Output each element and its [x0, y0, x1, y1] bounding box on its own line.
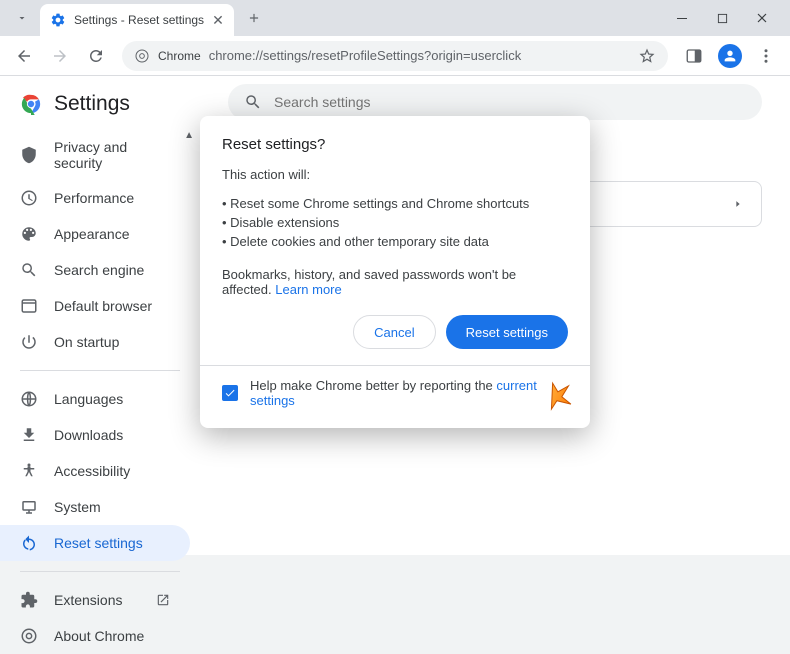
learn-more-link[interactable]: Learn more [275, 282, 341, 297]
close-window-button[interactable] [742, 6, 782, 30]
dialog-bullet: Disable extensions [222, 213, 568, 232]
dialog-note: Bookmarks, history, and saved passwords … [222, 267, 568, 297]
dialog-lead: This action will: [222, 167, 568, 182]
new-tab-button[interactable] [240, 4, 268, 32]
profile-button[interactable] [714, 40, 746, 72]
sidebar-item-extensions[interactable]: Extensions [0, 582, 190, 618]
tab-search-dropdown[interactable] [8, 4, 36, 32]
chevron-down-icon [16, 12, 28, 24]
kebab-menu-icon [757, 47, 775, 65]
minimize-button[interactable] [662, 6, 702, 30]
consent-text: Help make Chrome better by reporting the… [250, 378, 568, 408]
dialog-bullet-list: Reset some Chrome settings and Chrome sh… [222, 194, 568, 251]
dialog-bullet: Delete cookies and other temporary site … [222, 232, 568, 251]
chrome-outline-icon [20, 627, 38, 645]
external-link-icon [156, 593, 170, 607]
menu-button[interactable] [750, 40, 782, 72]
consent-row: Help make Chrome better by reporting the… [222, 378, 568, 408]
sidebar-item-label: Extensions [54, 592, 122, 608]
tab-title: Settings - Reset settings [74, 13, 204, 27]
dialog-title: Reset settings? [222, 136, 568, 153]
sidebar-separator [20, 571, 180, 572]
forward-button[interactable] [44, 40, 76, 72]
reset-settings-dialog: Reset settings? This action will: Reset … [200, 116, 590, 428]
dialog-buttons: Cancel Reset settings [222, 315, 568, 349]
url-text: chrome://settings/resetProfileSettings?o… [209, 48, 522, 63]
person-icon [722, 48, 738, 64]
gear-icon [50, 12, 66, 28]
reset-settings-button[interactable]: Reset settings [446, 315, 568, 349]
modal-overlay: Reset settings? This action will: Reset … [0, 76, 790, 555]
url-scheme-chip: Chrome [158, 49, 201, 63]
browser-tab[interactable]: Settings - Reset settings ✕ [40, 4, 234, 36]
bookmark-star-icon[interactable] [638, 47, 656, 65]
tab-close-button[interactable]: ✕ [212, 12, 224, 29]
sidebar-item-about-chrome[interactable]: About Chrome [0, 618, 190, 654]
cancel-button[interactable]: Cancel [353, 315, 435, 349]
chrome-logo-icon [134, 48, 150, 64]
dialog-bullet: Reset some Chrome settings and Chrome sh… [222, 194, 568, 213]
checkmark-icon [224, 387, 236, 399]
reload-button[interactable] [80, 40, 112, 72]
maximize-button[interactable] [702, 6, 742, 30]
window-controls [662, 0, 782, 30]
address-bar[interactable]: Chrome chrome://settings/resetProfileSet… [122, 41, 668, 71]
window-titlebar: Settings - Reset settings ✕ [0, 0, 790, 36]
side-panel-button[interactable] [678, 40, 710, 72]
browser-toolbar: Chrome chrome://settings/resetProfileSet… [0, 36, 790, 76]
dialog-separator [200, 365, 590, 366]
plus-icon [247, 11, 261, 25]
back-button[interactable] [8, 40, 40, 72]
puzzle-icon [20, 591, 38, 609]
sidebar-item-label: About Chrome [54, 628, 144, 644]
consent-checkbox[interactable] [222, 385, 238, 401]
